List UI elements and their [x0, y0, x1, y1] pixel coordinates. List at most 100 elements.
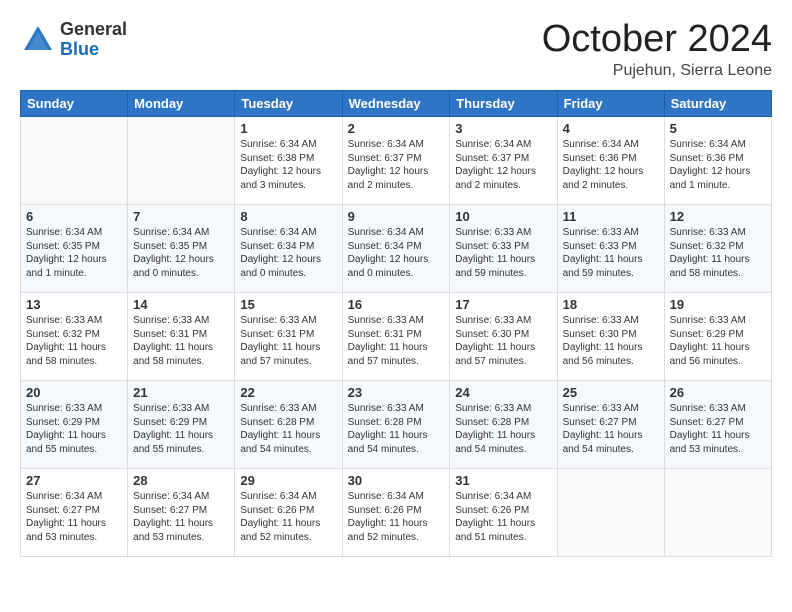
- table-row: 23Sunrise: 6:33 AM Sunset: 6:28 PM Dayli…: [342, 381, 450, 469]
- day-number: 18: [563, 297, 659, 312]
- table-row: [664, 469, 771, 557]
- header-friday: Friday: [557, 91, 664, 117]
- table-row: 7Sunrise: 6:34 AM Sunset: 6:35 PM Daylig…: [128, 205, 235, 293]
- table-row: 3 Sunrise: 6:34 AM Sunset: 6:37 PM Daylig…: [450, 117, 557, 205]
- day-number: 27: [26, 473, 122, 488]
- table-row: 1Sunrise: 6:34 AM Sunset: 6:38 PM Daylig…: [235, 117, 342, 205]
- day-info: Sunrise: 6:33 AM Sunset: 6:30 PM Dayligh…: [563, 314, 659, 368]
- day-number: 13: [26, 297, 122, 312]
- day-info: Sunrise: 6:33 AM Sunset: 6:27 PM Dayligh…: [670, 402, 766, 456]
- page: General Blue October 2024 Pujehun, Sierr…: [0, 0, 792, 612]
- day-info: Sunrise: 6:33 AM Sunset: 6:31 PM Dayligh…: [240, 314, 336, 368]
- table-row: 24 Sunrise: 6:33 AM Sunset: 6:28 PM Dayli…: [450, 381, 557, 469]
- day-info: Sunrise: 6:33 AM Sunset: 6:28 PM Dayligh…: [240, 402, 336, 456]
- day-number: 7: [133, 209, 229, 224]
- day-info: Sunrise: 6:34 AM Sunset: 6:38 PM Dayligh…: [240, 138, 336, 192]
- table-row: 29Sunrise: 6:34 AM Sunset: 6:26 PM Dayli…: [235, 469, 342, 557]
- table-row: 15Sunrise: 6:33 AM Sunset: 6:31 PM Dayli…: [235, 293, 342, 381]
- day-info: Sunrise: 6:33 AM Sunset: 6:31 PM Dayligh…: [133, 314, 229, 368]
- day-info: Sunrise: 6:34 AM Sunset: 6:37 PM Dayligh…: [455, 138, 551, 192]
- calendar-table: Sunday Monday Tuesday Wednesday Thursday…: [20, 90, 772, 557]
- header-tuesday: Tuesday: [235, 91, 342, 117]
- day-info: Sunrise: 6:34 AM Sunset: 6:26 PM Dayligh…: [348, 490, 445, 544]
- table-row: 8 Sunrise: 6:34 AM Sunset: 6:34 PM Daylig…: [235, 205, 342, 293]
- day-number: 25: [563, 385, 659, 400]
- day-info: Sunrise: 6:34 AM Sunset: 6:34 PM Dayligh…: [240, 226, 336, 280]
- day-info: Sunrise: 6:33 AM Sunset: 6:29 PM Dayligh…: [26, 402, 122, 456]
- day-info: Sunrise: 6:33 AM Sunset: 6:33 PM Dayligh…: [455, 226, 551, 280]
- day-number: 11: [563, 209, 659, 224]
- day-number: 19: [670, 297, 766, 312]
- header-thursday: Thursday: [450, 91, 557, 117]
- day-number: 9: [348, 209, 445, 224]
- table-row: 19 Sunrise: 6:33 AM Sunset: 6:29 PM Dayli…: [664, 293, 771, 381]
- calendar-week-5: 27 Sunrise: 6:34 AM Sunset: 6:27 PM Dayli…: [21, 469, 772, 557]
- table-row: 13 Sunrise: 6:33 AM Sunset: 6:32 PM Dayli…: [21, 293, 128, 381]
- day-number: 22: [240, 385, 336, 400]
- day-info: Sunrise: 6:34 AM Sunset: 6:36 PM Dayligh…: [563, 138, 659, 192]
- day-info: Sunrise: 6:33 AM Sunset: 6:32 PM Dayligh…: [670, 226, 766, 280]
- table-row: 18 Sunrise: 6:33 AM Sunset: 6:30 PM Dayli…: [557, 293, 664, 381]
- location-subtitle: Pujehun, Sierra Leone: [542, 62, 772, 80]
- day-number: 3: [455, 121, 551, 136]
- day-info: Sunrise: 6:34 AM Sunset: 6:34 PM Dayligh…: [348, 226, 445, 280]
- calendar-week-1: 1Sunrise: 6:34 AM Sunset: 6:38 PM Daylig…: [21, 117, 772, 205]
- day-info: Sunrise: 6:33 AM Sunset: 6:33 PM Dayligh…: [563, 226, 659, 280]
- day-number: 30: [348, 473, 445, 488]
- day-number: 10: [455, 209, 551, 224]
- table-row: 16 Sunrise: 6:33 AM Sunset: 6:31 PM Dayli…: [342, 293, 450, 381]
- day-info: Sunrise: 6:33 AM Sunset: 6:30 PM Dayligh…: [455, 314, 551, 368]
- table-row: 25 Sunrise: 6:33 AM Sunset: 6:27 PM Dayli…: [557, 381, 664, 469]
- logo: General Blue: [20, 20, 127, 60]
- day-number: 8: [240, 209, 336, 224]
- day-info: Sunrise: 6:34 AM Sunset: 6:35 PM Dayligh…: [26, 226, 122, 280]
- header-wednesday: Wednesday: [342, 91, 450, 117]
- day-info: Sunrise: 6:33 AM Sunset: 6:31 PM Dayligh…: [348, 314, 445, 368]
- table-row: [557, 469, 664, 557]
- table-row: 21Sunrise: 6:33 AM Sunset: 6:29 PM Dayli…: [128, 381, 235, 469]
- day-number: 2: [348, 121, 445, 136]
- calendar-week-3: 13 Sunrise: 6:33 AM Sunset: 6:32 PM Dayli…: [21, 293, 772, 381]
- table-row: 9 Sunrise: 6:34 AM Sunset: 6:34 PM Daylig…: [342, 205, 450, 293]
- table-row: 31Sunrise: 6:34 AM Sunset: 6:26 PM Dayli…: [450, 469, 557, 557]
- day-number: 12: [670, 209, 766, 224]
- header: General Blue October 2024 Pujehun, Sierr…: [20, 20, 772, 80]
- day-number: 14: [133, 297, 229, 312]
- day-info: Sunrise: 6:33 AM Sunset: 6:29 PM Dayligh…: [133, 402, 229, 456]
- day-info: Sunrise: 6:33 AM Sunset: 6:28 PM Dayligh…: [455, 402, 551, 456]
- table-row: 4 Sunrise: 6:34 AM Sunset: 6:36 PM Daylig…: [557, 117, 664, 205]
- day-info: Sunrise: 6:33 AM Sunset: 6:27 PM Dayligh…: [563, 402, 659, 456]
- table-row: 2 Sunrise: 6:34 AM Sunset: 6:37 PM Daylig…: [342, 117, 450, 205]
- day-number: 24: [455, 385, 551, 400]
- calendar-week-2: 6 Sunrise: 6:34 AM Sunset: 6:35 PM Daylig…: [21, 205, 772, 293]
- day-number: 16: [348, 297, 445, 312]
- table-row: 30 Sunrise: 6:34 AM Sunset: 6:26 PM Dayli…: [342, 469, 450, 557]
- day-number: 6: [26, 209, 122, 224]
- day-info: Sunrise: 6:34 AM Sunset: 6:27 PM Dayligh…: [26, 490, 122, 544]
- day-info: Sunrise: 6:33 AM Sunset: 6:32 PM Dayligh…: [26, 314, 122, 368]
- table-row: [128, 117, 235, 205]
- day-info: Sunrise: 6:33 AM Sunset: 6:29 PM Dayligh…: [670, 314, 766, 368]
- day-number: 4: [563, 121, 659, 136]
- table-row: 6 Sunrise: 6:34 AM Sunset: 6:35 PM Daylig…: [21, 205, 128, 293]
- table-row: 26Sunrise: 6:33 AM Sunset: 6:27 PM Dayli…: [664, 381, 771, 469]
- table-row: 22 Sunrise: 6:33 AM Sunset: 6:28 PM Dayli…: [235, 381, 342, 469]
- table-row: 27 Sunrise: 6:34 AM Sunset: 6:27 PM Dayli…: [21, 469, 128, 557]
- day-info: Sunrise: 6:34 AM Sunset: 6:36 PM Dayligh…: [670, 138, 766, 192]
- title-block: October 2024 Pujehun, Sierra Leone: [542, 20, 772, 80]
- day-info: Sunrise: 6:34 AM Sunset: 6:37 PM Dayligh…: [348, 138, 445, 192]
- header-saturday: Saturday: [664, 91, 771, 117]
- header-monday: Monday: [128, 91, 235, 117]
- day-number: 17: [455, 297, 551, 312]
- day-number: 29: [240, 473, 336, 488]
- calendar-week-4: 20 Sunrise: 6:33 AM Sunset: 6:29 PM Dayli…: [21, 381, 772, 469]
- day-number: 31: [455, 473, 551, 488]
- day-number: 20: [26, 385, 122, 400]
- logo-icon: [20, 22, 56, 58]
- logo-text: General Blue: [60, 20, 127, 60]
- table-row: 5 Sunrise: 6:34 AM Sunset: 6:36 PM Daylig…: [664, 117, 771, 205]
- calendar-header-row: Sunday Monday Tuesday Wednesday Thursday…: [21, 91, 772, 117]
- day-number: 5: [670, 121, 766, 136]
- table-row: 17 Sunrise: 6:33 AM Sunset: 6:30 PM Dayli…: [450, 293, 557, 381]
- table-row: 10 Sunrise: 6:33 AM Sunset: 6:33 PM Dayli…: [450, 205, 557, 293]
